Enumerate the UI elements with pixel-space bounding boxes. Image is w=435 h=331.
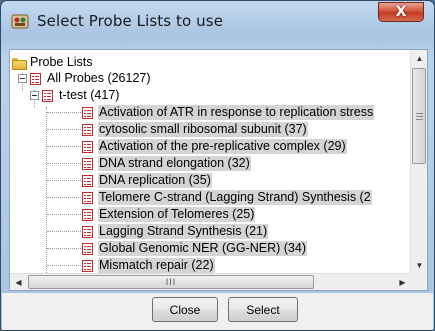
scroll-left-icon[interactable]: ◀ — [10, 274, 27, 291]
tree-item-label: DNA strand elongation (32) — [98, 156, 251, 171]
probe-list-icon — [82, 208, 93, 221]
tree-item-label: Activation of ATR in response to replica… — [98, 105, 375, 120]
tree-item-label: Telomere C-strand (Lagging Strand) Synth… — [98, 190, 372, 205]
probe-list-icon — [82, 140, 93, 153]
vertical-scroll-thumb[interactable] — [412, 68, 426, 164]
tree-item-label: Extension of Telomeres (25) — [98, 207, 256, 222]
app-icon — [11, 14, 29, 29]
tree-connector — [47, 146, 81, 147]
tree-node-all-probes[interactable]: All Probes (26127) — [18, 70, 152, 87]
button-bar: Close Select — [2, 293, 433, 330]
tree-item[interactable]: Mismatch repair (22) — [82, 257, 215, 274]
horizontal-scroll-thumb[interactable]: III — [28, 275, 314, 289]
tree-item-label: Lagging Strand Synthesis (21) — [98, 224, 269, 239]
tree-item[interactable]: DNA replication (35) — [82, 172, 212, 189]
probe-list-tree[interactable]: Probe Lists All Probes (26127) t-test (4… — [9, 49, 428, 291]
tree-node-label: t-test (417) — [59, 88, 120, 102]
tree-item-label: Global Genomic NER (GG-NER) (34) — [98, 241, 307, 256]
tree-item-label: cytosolic small ribosomal subunit (37) — [98, 122, 308, 137]
tree-connector — [47, 129, 81, 130]
tree-item[interactable]: Activation of ATR in response to replica… — [82, 104, 375, 121]
tree-connector — [47, 231, 81, 232]
probe-list-icon — [82, 106, 93, 119]
tree-connector — [47, 265, 81, 266]
dialog-window: Select Probe Lists to use X Probe Lists … — [0, 0, 435, 331]
scroll-right-icon[interactable]: ▶ — [394, 274, 411, 291]
tree-connector — [47, 197, 81, 198]
probe-list-icon — [30, 72, 41, 85]
tree-connector — [47, 248, 81, 249]
tree-node-label: All Probes (26127) — [47, 71, 151, 85]
horizontal-scrollbar[interactable]: ◀ III ▶ — [10, 273, 412, 290]
collapse-icon[interactable] — [30, 91, 39, 100]
tree-connector — [47, 163, 81, 164]
tree-node-t-test[interactable]: t-test (417) — [30, 87, 120, 104]
close-button[interactable]: Close — [152, 297, 218, 322]
folder-icon — [12, 57, 27, 70]
tree-item[interactable]: Extension of Telomeres (25) — [82, 206, 256, 223]
scrollbar-corner — [410, 273, 427, 290]
scroll-up-icon[interactable]: ▲ — [411, 50, 428, 67]
window-close-button[interactable]: X — [378, 2, 424, 22]
select-button[interactable]: Select — [228, 297, 298, 322]
probe-list-icon — [82, 123, 93, 136]
tree-viewport: Probe Lists All Probes (26127) t-test (4… — [10, 50, 410, 274]
tree-connector — [47, 180, 81, 181]
tree-connector — [47, 112, 81, 113]
tree-item[interactable]: DNA strand elongation (32) — [82, 155, 251, 172]
probe-list-icon — [82, 225, 93, 238]
probe-list-icon — [82, 259, 93, 272]
collapse-icon[interactable] — [18, 74, 27, 83]
tree-item[interactable]: Telomere C-strand (Lagging Strand) Synth… — [82, 189, 372, 206]
probe-list-icon — [82, 242, 93, 255]
probe-list-icon — [82, 174, 93, 187]
tree-item[interactable]: Lagging Strand Synthesis (21) — [82, 223, 269, 240]
probe-list-icon — [82, 191, 93, 204]
tree-root[interactable]: Probe Lists — [12, 54, 94, 71]
tree-item-label: Activation of the pre-replicative comple… — [98, 139, 347, 154]
probe-list-icon — [82, 157, 93, 170]
vertical-scrollbar[interactable]: ▲ ▼ — [410, 50, 427, 274]
scroll-down-icon[interactable]: ▼ — [411, 257, 428, 274]
title-bar[interactable]: Select Probe Lists to use X — [1, 1, 434, 41]
tree-item[interactable]: Global Genomic NER (GG-NER) (34) — [82, 240, 307, 257]
close-icon: X — [395, 4, 407, 20]
tree-item-label: Mismatch repair (22) — [98, 258, 215, 273]
tree-item-label: DNA replication (35) — [98, 173, 212, 188]
tree-item[interactable]: cytosolic small ribosomal subunit (37) — [82, 121, 308, 138]
window-title: Select Probe Lists to use — [37, 12, 224, 30]
probe-list-icon — [42, 89, 53, 102]
tree-root-label: Probe Lists — [30, 55, 93, 69]
tree-item[interactable]: Activation of the pre-replicative comple… — [82, 138, 347, 155]
tree-connector — [47, 214, 81, 215]
